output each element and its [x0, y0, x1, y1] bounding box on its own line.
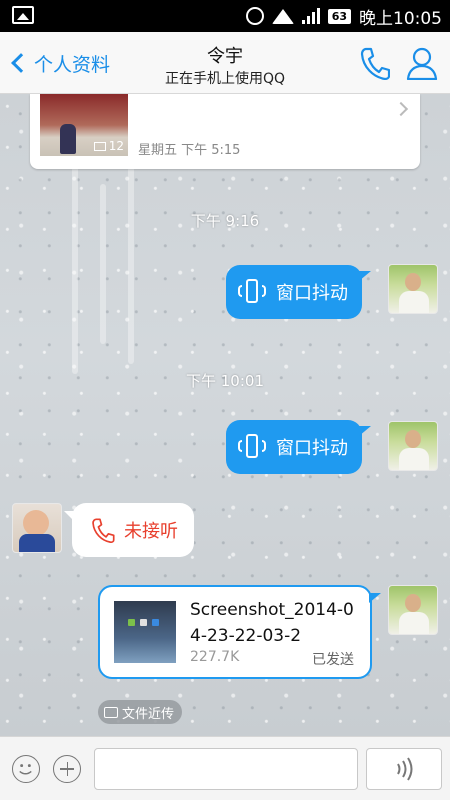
chevron-right-icon: [393, 101, 409, 117]
voice-wave-icon: [397, 757, 413, 781]
avatar[interactable]: [388, 264, 438, 314]
file-thumbnail: [114, 601, 176, 663]
phone-icon[interactable]: [360, 46, 390, 80]
alarm-icon: [245, 7, 264, 25]
wallpaper-streak: [100, 184, 106, 344]
file-message[interactable]: Screenshot_2014-04-23-22-03-2 227.7K 已发送: [98, 585, 381, 679]
timestamp: 下午 9:16: [190, 212, 260, 230]
contact-avatar[interactable]: [12, 503, 62, 553]
avatar[interactable]: [388, 421, 438, 471]
gallery-notification-icon: [12, 6, 34, 24]
wifi-icon: [271, 8, 294, 24]
timestamp: 下午 10:01: [186, 372, 264, 390]
message-input[interactable]: [94, 748, 358, 790]
folder-icon: [104, 706, 118, 718]
missed-call-message[interactable]: 未接听: [64, 503, 194, 557]
shake-phone-icon: [238, 277, 266, 307]
phone-icon: [92, 518, 115, 543]
chat-header: 个人资料 令宇 正在手机上使用QQ: [0, 32, 450, 94]
voice-button[interactable]: [366, 748, 442, 790]
clock: 晚上10:05: [359, 8, 442, 29]
emoji-button[interactable]: [12, 755, 40, 783]
emoji-icon: [19, 764, 32, 775]
send-status: 已发送: [312, 652, 354, 668]
file-transfer-tag[interactable]: 文件近传: [98, 700, 183, 724]
chat-area[interactable]: 12 星期五 下午 5:15 下午 9:16 窗口抖动 下午 10:01 窗口抖…: [0, 94, 450, 736]
battery-icon: 63: [327, 8, 351, 24]
more-options-button[interactable]: [53, 755, 81, 783]
status-bar: 63 晚上10:05: [0, 0, 450, 32]
photo-album-card[interactable]: 12 星期五 下午 5:15: [30, 94, 420, 169]
shake-message[interactable]: 窗口抖动: [226, 265, 371, 319]
signal-icon: [301, 8, 320, 24]
wallpaper-streak: [72, 154, 78, 374]
user-profile-icon[interactable]: [406, 46, 438, 80]
wallpaper-streak: [128, 164, 134, 364]
file-name: Screenshot_2014-04-23-22-03-2: [190, 600, 354, 646]
photo-count: 12: [93, 139, 124, 153]
status-indicators: 63 晚上10:05: [245, 0, 442, 32]
file-size: 227.7K: [190, 649, 240, 665]
shake-phone-icon: [238, 432, 266, 462]
photo-time: 星期五 下午 5:15: [138, 143, 241, 158]
avatar[interactable]: [388, 585, 438, 635]
image-icon: [93, 141, 106, 151]
photo-thumbnail: 12: [40, 94, 128, 156]
input-bar: [0, 736, 450, 800]
shake-message[interactable]: 窗口抖动: [226, 420, 371, 474]
